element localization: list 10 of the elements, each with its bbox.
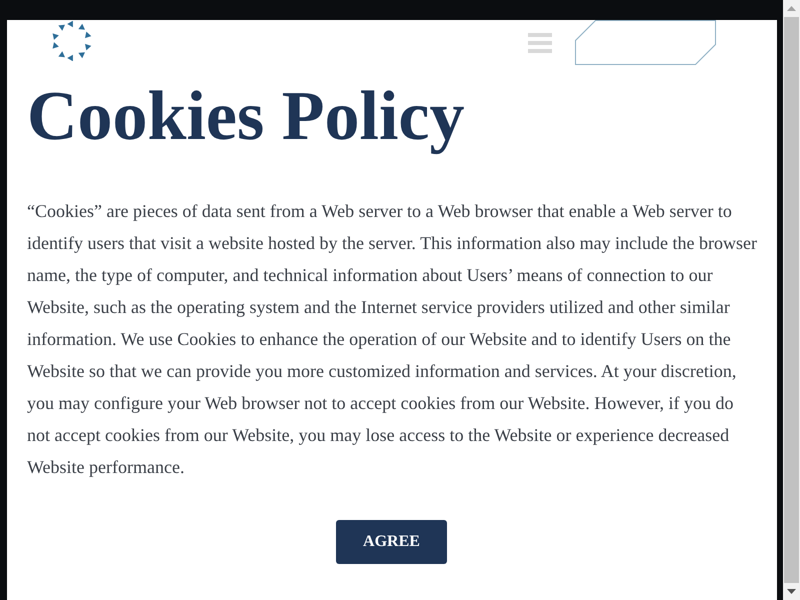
- policy-paragraph: “Cookies” are pieces of data sent from a Web server to a Web browser that enable a Web server to identify users that visit a website hosted by the server. This information also may include the browser name, the type of computer, and technical information about Users’ means of connection to our Website, such as the operating system and the Internet service providers utilized and other similar information. We use Cookies to enhance the operation of our Website and to identify Users on the Website so that we can provide you more customized information and services. At your discretion, you may configure your Web browser not to accept cookies from our Website. However, if you do not accept cookies from our Website, you may lose access to the Website or experience decreased Website performance.: [27, 200, 758, 479]
- scroll-up-icon[interactable]: [787, 6, 796, 11]
- scrollbar-thumb[interactable]: [784, 17, 799, 583]
- agree-button[interactable]: AGREE: [336, 520, 447, 564]
- page-title: Cookies Policy: [27, 78, 464, 155]
- scrollbar[interactable]: [783, 0, 800, 600]
- menu-icon[interactable]: [528, 33, 552, 53]
- scroll-down-icon[interactable]: [787, 589, 796, 594]
- outlined-button[interactable]: [575, 20, 716, 65]
- logo-icon[interactable]: [50, 21, 93, 61]
